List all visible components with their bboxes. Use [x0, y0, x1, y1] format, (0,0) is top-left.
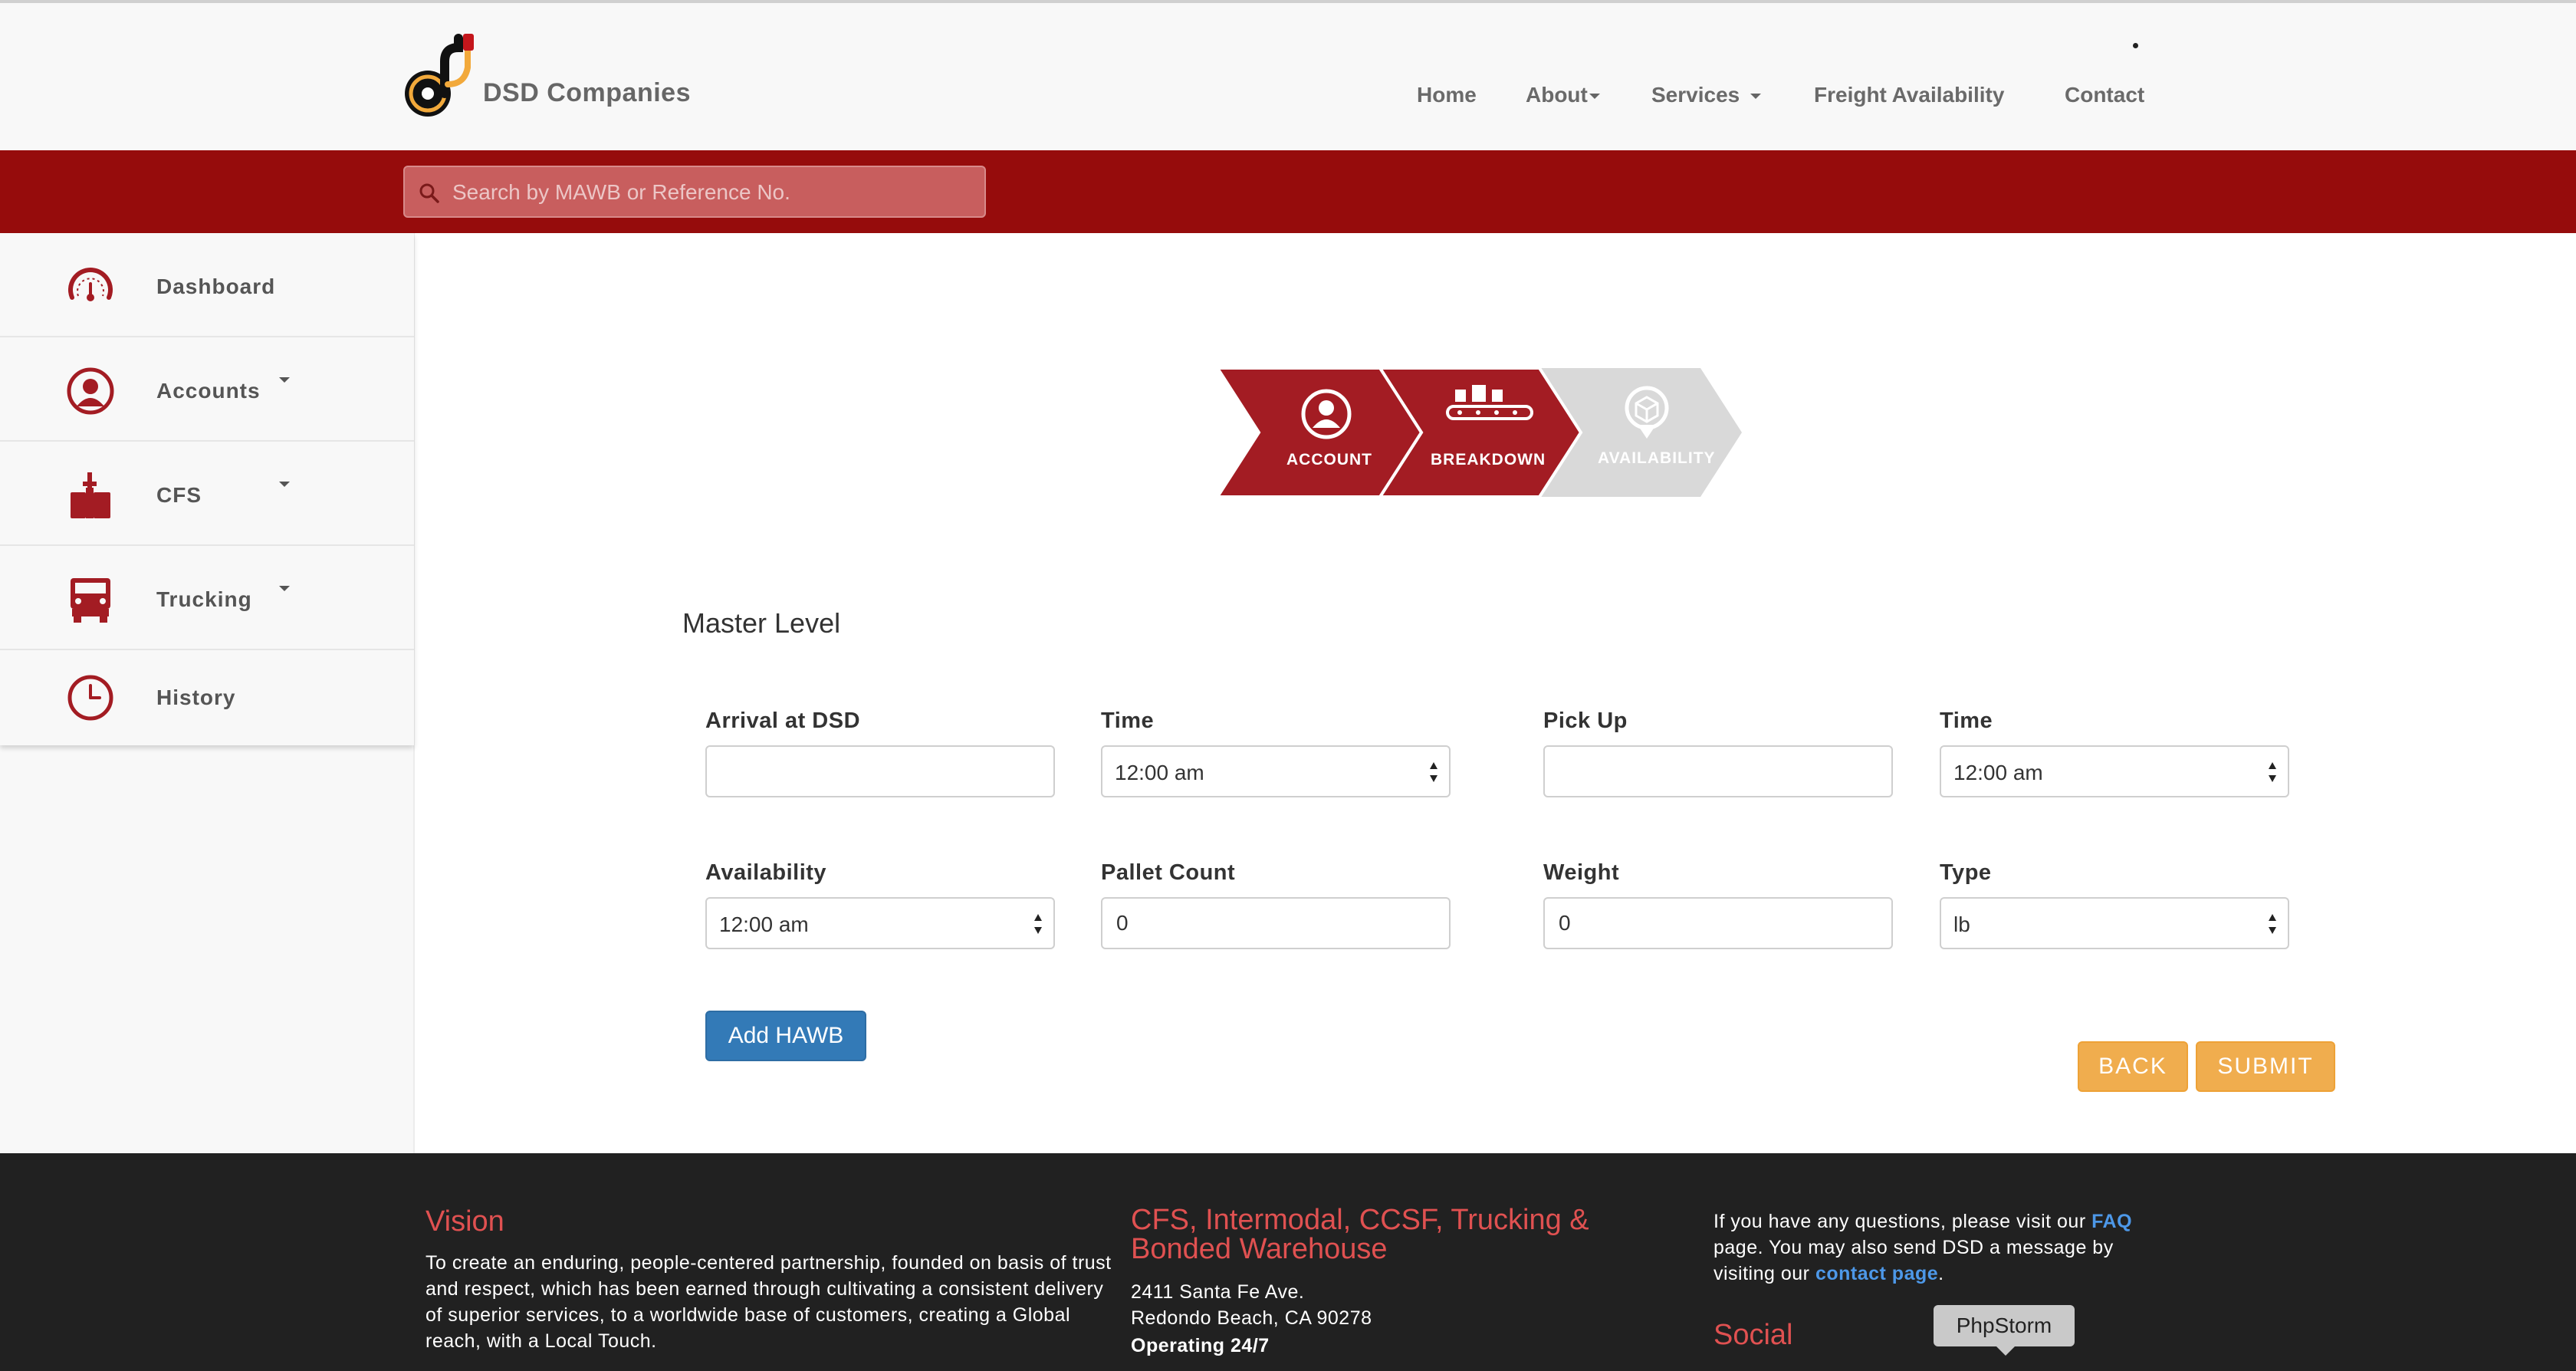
nav-contact-label: Contact	[2065, 83, 2145, 107]
footer-services-title: CFS, Intermodal, CCSF, Trucking & Bonded…	[1131, 1204, 1589, 1265]
progress-steps: ACCOUNT BREAKDOWN AVAILABILITY	[1217, 368, 1742, 497]
phpstorm-tooltip: PhpStorm	[1934, 1305, 2075, 1356]
pickup-time-value: 12:00 am	[1953, 761, 2043, 784]
footer-questions-end: .	[1938, 1263, 1944, 1284]
search-input[interactable]	[451, 167, 975, 218]
pickup-label: Pick Up	[1543, 709, 1628, 733]
footer-questions: If you have any questions, please visit …	[1714, 1208, 2143, 1287]
sidebar-item-accounts[interactable]: Accounts	[0, 337, 414, 442]
step-account-arrow	[1217, 368, 1424, 497]
sidebar-menu: Dashboard Accounts CFS Trucking History	[0, 233, 414, 745]
sidebar-item-history[interactable]: History	[0, 650, 414, 745]
chevron-down-icon	[279, 377, 290, 383]
speedometer-icon	[68, 268, 113, 301]
search-icon	[419, 183, 439, 203]
nav-services-label: Services	[1651, 83, 1740, 107]
contact-page-link[interactable]: contact page	[1815, 1263, 1938, 1284]
arrival-time-select[interactable]: 12:00 am	[1101, 745, 1451, 797]
pickup-time-label: Time	[1940, 709, 1993, 733]
brand-name[interactable]: DSD Companies	[483, 78, 691, 108]
add-hawb-button[interactable]: Add HAWB	[705, 1011, 866, 1061]
sidebar-item-cfs[interactable]: CFS	[0, 442, 414, 546]
pallet-count-input[interactable]: 0	[1101, 897, 1451, 949]
faq-link[interactable]: FAQ	[2091, 1211, 2132, 1232]
nav-freight-availability[interactable]: Freight Availability	[1814, 83, 2004, 107]
sidebar-item-label: CFS	[156, 483, 202, 507]
step-account-label: ACCOUNT	[1286, 451, 1372, 469]
truck-icon	[71, 578, 110, 623]
sidebar-item-trucking[interactable]: Trucking	[0, 546, 414, 650]
submit-button[interactable]: SUBMIT	[2196, 1041, 2335, 1092]
step-breakdown-label: BREAKDOWN	[1431, 451, 1546, 469]
footer-address-line2: Redondo Beach, CA 90278	[1131, 1307, 1372, 1329]
nav-about-label: About	[1526, 83, 1588, 107]
sidebar-item-label: History	[156, 686, 236, 709]
weight-label: Weight	[1543, 860, 1620, 885]
arrival-label: Arrival at DSD	[705, 709, 861, 733]
hand-truck-icon	[71, 472, 110, 518]
nav-home[interactable]: Home	[1417, 83, 1477, 107]
sidebar-item-label: Accounts	[156, 379, 261, 403]
select-arrows-icon	[2269, 762, 2276, 782]
dsd-logo-icon[interactable]	[403, 31, 481, 120]
footer-hours: Operating 24/7	[1131, 1335, 1270, 1356]
progress-arrows	[1217, 368, 1742, 497]
nav-freight-label: Freight Availability	[1814, 83, 2005, 107]
chevron-down-icon	[1750, 94, 1762, 100]
arrival-time-value: 12:00 am	[1115, 761, 1204, 784]
chevron-down-icon	[1589, 94, 1600, 100]
select-arrows-icon	[1034, 914, 1042, 934]
dot-indicator	[2133, 43, 2138, 48]
search-bar-strip	[0, 150, 2576, 233]
pallet-count-label: Pallet Count	[1101, 860, 1236, 885]
select-arrows-icon	[2269, 914, 2276, 934]
nav-contact[interactable]: Contact	[2065, 83, 2144, 107]
step-availability-label: AVAILABILITY	[1598, 449, 1716, 467]
arrival-input[interactable]	[705, 745, 1055, 797]
footer-social-title: Social	[1714, 1319, 1793, 1351]
sidebar-item-label: Dashboard	[156, 275, 276, 298]
type-value: lb	[1953, 912, 1970, 936]
select-arrows-icon	[1430, 762, 1438, 782]
arrival-time-label: Time	[1101, 709, 1155, 733]
footer-address-line1: 2411 Santa Fe Ave.	[1131, 1281, 1305, 1303]
nav-about[interactable]: About	[1526, 83, 1600, 107]
clock-icon	[67, 675, 113, 721]
type-select[interactable]: lb	[1940, 897, 2289, 949]
chevron-down-icon	[279, 586, 290, 591]
availability-label: Availability	[705, 860, 827, 885]
sidebar-item-dashboard[interactable]: Dashboard	[0, 233, 414, 337]
footer-questions-pre: If you have any questions, please visit …	[1714, 1211, 2086, 1232]
availability-select[interactable]: 12:00 am	[705, 897, 1055, 949]
footer: Vision To create an enduring, people-cen…	[0, 1153, 2576, 1371]
pickup-time-select[interactable]: 12:00 am	[1940, 745, 2289, 797]
weight-input[interactable]: 0	[1543, 897, 1893, 949]
footer-vision-text: To create an enduring, people-centered p…	[426, 1252, 1112, 1352]
section-title: Master Level	[682, 607, 841, 639]
sidebar: Dashboard Accounts CFS Trucking History	[0, 233, 415, 1153]
nav-home-label: Home	[1417, 83, 1477, 107]
user-icon	[67, 367, 114, 415]
type-label: Type	[1940, 860, 1992, 885]
top-navbar: DSD Companies Home About Services Freigh…	[0, 0, 2576, 150]
chevron-down-icon	[279, 482, 290, 487]
availability-value: 12:00 am	[719, 912, 809, 936]
footer-vision-title: Vision	[426, 1205, 504, 1238]
search-box[interactable]	[403, 166, 986, 218]
back-button[interactable]: BACK	[2078, 1041, 2188, 1092]
nav-services[interactable]: Services	[1651, 83, 1762, 107]
pickup-input[interactable]	[1543, 745, 1893, 797]
sidebar-item-label: Trucking	[156, 587, 252, 611]
